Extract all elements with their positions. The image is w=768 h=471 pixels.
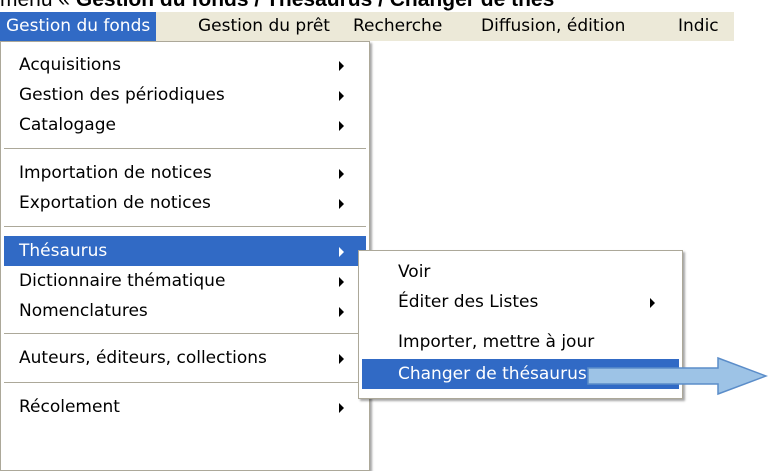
right-arrow-icon (587, 356, 768, 396)
pointer-arrow-overlay (587, 356, 768, 396)
